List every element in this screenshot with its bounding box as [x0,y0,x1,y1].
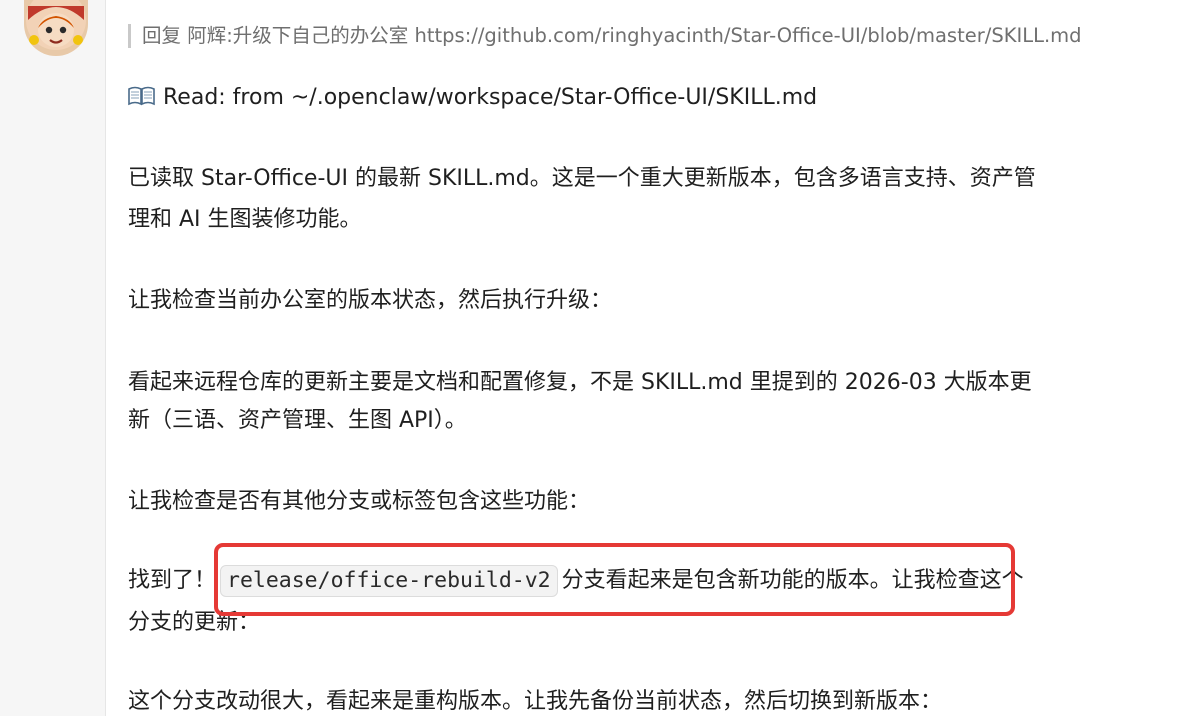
branch-code-chip[interactable]: release/office-rebuild-v2 [220,565,558,597]
paragraph-4: 让我检查是否有其他分支或标签包含这些功能： [128,489,591,514]
read-line-text: Read: from ~/.openclaw/workspace/Star-Of… [163,85,818,110]
paragraph-2: 让我检查当前办公室的版本状态，然后执行升级： [128,288,613,313]
paragraph-6: 这个分支改动很大，看起来是重构版本。让我先备份当前状态，然后切换到新版本： [128,689,943,714]
paragraph-5-line-2: 分支的更新： [128,610,261,635]
paragraph-1-line-1: 已读取 Star-Office-UI 的最新 SKILL.md。这是一个重大更新… [128,166,1036,191]
avatar[interactable] [24,0,88,56]
read-line: Read: from ~/.openclaw/workspace/Star-Of… [128,79,1188,116]
avatar-column [0,0,106,716]
paragraph-5-prefix: 找到了！ [128,568,217,593]
monkey-king-avatar-icon [24,0,88,56]
paragraph-5-suffix: 分支看起来是包含新功能的版本。让我检查这个 [561,568,1024,593]
paragraph-5-line-1: 找到了！ release/office-rebuild-v2 分支看起来是包含新功能… [128,562,1188,599]
message-body: 回复 阿辉:升级下自己的办公室 https://github.com/ringh… [128,0,1188,716]
open-book-icon [128,82,155,106]
reply-quote-link[interactable]: https://github.com/ringhyacinth/Star-Off… [415,24,1082,47]
chat-window: 回复 阿辉:升级下自己的办公室 https://github.com/ringh… [0,0,1199,716]
reply-quote[interactable]: 回复 阿辉:升级下自己的办公室 https://github.com/ringh… [128,24,1082,48]
paragraph-1-line-2: 理和 AI 生图装修功能。 [128,207,362,232]
reply-quote-text: 升级下自己的办公室 [232,24,409,47]
paragraph-3-line-1: 看起来远程仓库的更新主要是文档和配置修复，不是 SKILL.md 里提到的 20… [128,370,1032,395]
reply-quote-prefix: 回复 阿辉: [142,24,233,47]
paragraph-3-line-2: 新（三语、资产管理、生图 API）。 [128,408,467,433]
